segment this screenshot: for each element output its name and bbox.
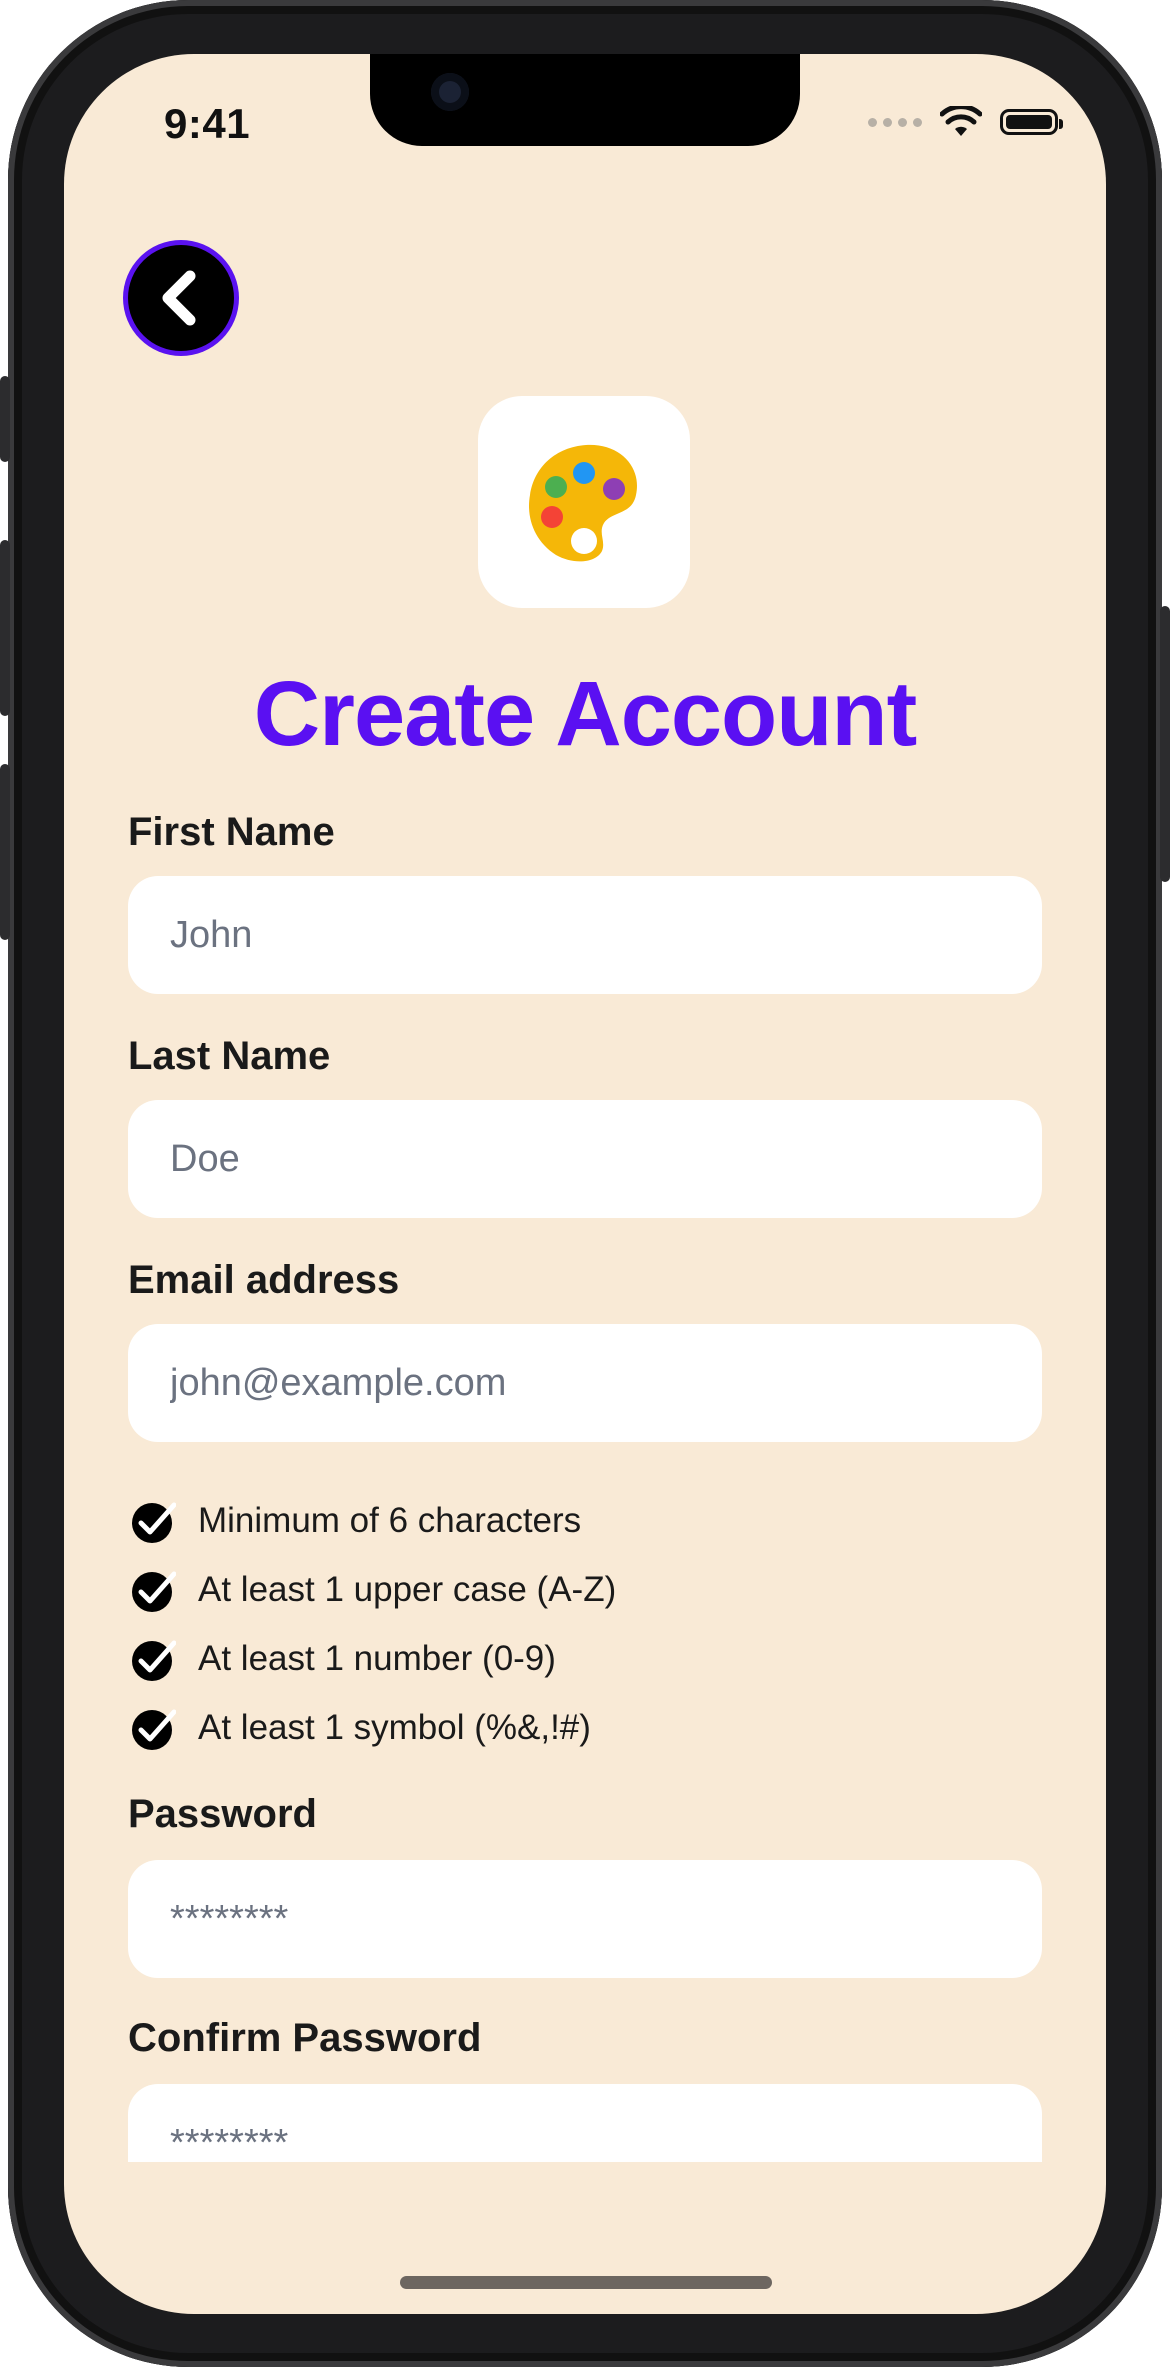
- confirm-password-input[interactable]: [128, 2084, 1042, 2162]
- screen: 9:41 Create Account First Name Last Name: [64, 54, 1106, 2314]
- checkmark-circle-icon: [132, 1571, 176, 1612]
- password-rule: At least 1 number (0-9): [132, 1624, 616, 1693]
- password-rule-text: At least 1 symbol (%&,!#): [198, 1707, 591, 1747]
- page-title: Create Account: [253, 663, 918, 765]
- password-rule: At least 1 symbol (%&,!#): [132, 1693, 616, 1762]
- password-rule-text: At least 1 number (0-9): [198, 1638, 556, 1678]
- volume-down-button: [0, 764, 10, 940]
- email-label: Email address: [128, 1258, 400, 1302]
- email-input[interactable]: [128, 1324, 1042, 1442]
- checkmark-circle-icon: [132, 1640, 176, 1681]
- status-time: 9:41: [164, 100, 251, 147]
- password-rule-text: Minimum of 6 characters: [198, 1500, 582, 1540]
- checkmark-circle-icon: [132, 1709, 176, 1750]
- password-rules-list: Minimum of 6 characters At least 1 upper…: [132, 1486, 616, 1762]
- back-button[interactable]: [128, 245, 234, 351]
- password-rule: Minimum of 6 characters: [132, 1486, 616, 1555]
- app-icon: [478, 396, 690, 608]
- volume-up-button: [0, 540, 10, 716]
- power-button: [1160, 606, 1170, 882]
- scroll-clip: [64, 2084, 1106, 2162]
- checkmark-circle-icon: [132, 1502, 176, 1543]
- cellular-signal-icon: [868, 117, 922, 127]
- password-input[interactable]: [128, 1860, 1042, 1978]
- wifi-icon: [940, 106, 982, 136]
- notch: [370, 54, 800, 146]
- mute-switch: [0, 376, 10, 462]
- palette-icon: [529, 444, 637, 562]
- last-name-label: Last Name: [128, 1034, 331, 1078]
- password-rule: At least 1 upper case (A-Z): [132, 1555, 616, 1624]
- first-name-label: First Name: [128, 810, 335, 854]
- battery-icon: [1000, 109, 1063, 135]
- chevron-left-icon: [162, 270, 196, 326]
- camera: [431, 73, 469, 111]
- status-icons: [868, 106, 1063, 138]
- first-name-input[interactable]: [128, 876, 1042, 994]
- confirm-password-label: Confirm Password: [128, 2016, 482, 2060]
- home-indicator[interactable]: [400, 2276, 772, 2289]
- password-rule-text: At least 1 upper case (A-Z): [198, 1569, 617, 1609]
- password-label: Password: [128, 1792, 317, 1836]
- last-name-input[interactable]: [128, 1100, 1042, 1218]
